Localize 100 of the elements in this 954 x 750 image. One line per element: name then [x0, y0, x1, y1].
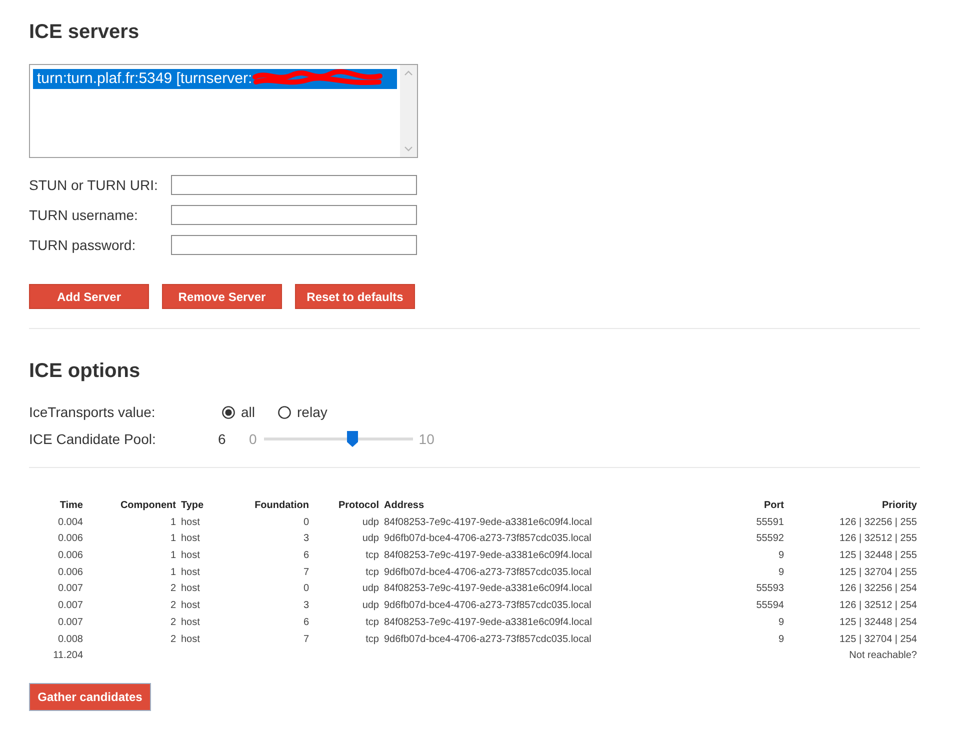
gather-candidates-button[interactable]: Gather candidates [29, 682, 151, 711]
table-cell: host [181, 616, 200, 628]
table-cell: 0.006 [58, 533, 83, 544]
field-label: TURN password: [29, 237, 137, 253]
field-label: STUN or TURN URI: [29, 177, 159, 193]
radio-option[interactable]: all [222, 404, 256, 420]
table-cell: 0.007 [58, 616, 83, 628]
table-cell: 55594 [756, 600, 784, 612]
table-cell: 126 | 32512 | 255 [840, 533, 917, 544]
radio-option[interactable]: relay [278, 404, 328, 420]
section-heading: ICE servers [29, 20, 140, 44]
table-cell: 3 [303, 533, 309, 544]
table-cell: 1 [170, 566, 176, 578]
table-cell: 6 [303, 616, 309, 628]
column-header: Protocol [338, 500, 379, 511]
table-cell: 0.007 [58, 600, 83, 612]
table-cell: 9d6fb07d-bce4-4706-a273-73f857cdc035.local [384, 600, 592, 612]
table-cell: host [181, 583, 200, 594]
table-cell: 9 [778, 550, 784, 562]
table-cell: 6 [303, 550, 309, 562]
option-label: IceTransports value: [29, 404, 156, 420]
table-cell: 0.006 [58, 566, 83, 578]
table-cell: udp [362, 533, 379, 544]
table-cell: 1 [170, 550, 176, 562]
table-cell: 84f08253-7e9c-4197-9ede-a3381e6c09f4.local [384, 516, 592, 528]
table-cell: udp [362, 600, 379, 612]
radio-icon[interactable] [278, 406, 292, 418]
table-cell: 11.204 [53, 650, 83, 662]
table-cell: tcp [366, 616, 379, 628]
table-cell: 125 | 32448 | 255 [840, 550, 917, 562]
table-cell: 126 | 32256 | 255 [840, 516, 917, 528]
slider-max-label: 10 [418, 431, 434, 447]
add-server-button[interactable]: Add Server [29, 284, 149, 309]
table-cell: 55592 [756, 533, 784, 544]
table-cell: 9 [778, 616, 784, 628]
table-cell: tcp [366, 550, 379, 562]
radio-icon[interactable] [222, 406, 235, 418]
scrollbar[interactable] [400, 65, 417, 157]
table-cell: 0.006 [58, 550, 83, 562]
column-header: Foundation [254, 500, 309, 511]
table-cell: 125 | 32704 | 254 [840, 634, 917, 644]
table-cell: host [181, 566, 200, 578]
table-cell: 84f08253-7e9c-4197-9ede-a3381e6c09f4.local [384, 583, 592, 594]
list-option[interactable]: turn:turn.plaf.fr:5349 [turnserver: [33, 69, 397, 89]
slider-thumb[interactable] [346, 431, 358, 447]
text-input[interactable] [171, 205, 417, 225]
table-cell: 0.008 [58, 634, 83, 644]
reset-defaults-button[interactable]: Reset to defaults [295, 284, 415, 309]
table-cell: 2 [170, 634, 176, 644]
table-cell: host [181, 550, 200, 562]
table-cell: 0.007 [58, 583, 83, 594]
option-label: ICE Candidate Pool: [29, 431, 157, 447]
table-cell: 125 | 32448 | 254 [840, 616, 917, 628]
table-cell: 55591 [756, 516, 784, 528]
table-cell: 9d6fb07d-bce4-4706-a273-73f857cdc035.local [384, 533, 592, 544]
table-cell: 126 | 32512 | 254 [840, 600, 917, 612]
text-input[interactable] [171, 175, 417, 195]
chevron-up-icon[interactable] [404, 70, 413, 76]
column-header: Type [181, 500, 204, 511]
table-cell: 7 [303, 566, 309, 578]
table-cell: 1 [170, 533, 176, 544]
table-cell: 9 [778, 566, 784, 578]
column-header: Component [120, 500, 176, 511]
chevron-down-icon[interactable] [404, 146, 413, 152]
table-cell: 84f08253-7e9c-4197-9ede-a3381e6c09f4.local [384, 616, 592, 628]
table-cell: tcp [366, 566, 379, 578]
table-cell: 1 [170, 516, 176, 528]
table-cell: 126 | 32256 | 254 [840, 583, 917, 594]
field-label: TURN username: [29, 207, 139, 223]
column-header: Address [384, 500, 424, 511]
table-cell: 9 [778, 634, 784, 644]
table-cell: 2 [170, 616, 176, 628]
table-cell: 2 [170, 600, 176, 612]
table-cell: host [181, 533, 200, 544]
table-cell: 9d6fb07d-bce4-4706-a273-73f857cdc035.local [384, 634, 592, 644]
table-cell: 84f08253-7e9c-4197-9ede-a3381e6c09f4.local [384, 550, 592, 562]
table-cell: host [181, 634, 200, 644]
table-cell: host [181, 600, 200, 612]
table-cell: 0.004 [58, 516, 83, 528]
column-header: Priority [882, 500, 917, 511]
column-header: Time [60, 500, 83, 511]
table-cell: 9d6fb07d-bce4-4706-a273-73f857cdc035.local [384, 566, 592, 578]
table-cell: 0 [303, 583, 309, 594]
table-cell: tcp [366, 634, 379, 644]
table-cell: host [181, 516, 200, 528]
status-text: Not reachable? [849, 650, 917, 662]
table-cell: udp [362, 583, 379, 594]
table-cell: 0 [303, 516, 309, 528]
table-cell: 125 | 32704 | 255 [840, 566, 917, 578]
slider-min-label: 0 [249, 431, 257, 447]
remove-server-button[interactable]: Remove Server [162, 284, 282, 309]
table-cell: 3 [303, 600, 309, 612]
column-header: Port [764, 500, 784, 511]
section-heading: ICE options [29, 359, 140, 383]
text-input[interactable] [171, 235, 417, 255]
pool-value: 6 [218, 431, 226, 447]
server-list[interactable]: turn:turn.plaf.fr:5349 [turnserver: [29, 64, 418, 158]
table-cell: udp [362, 516, 379, 528]
table-cell: 55593 [756, 583, 784, 594]
table-cell: 7 [303, 634, 309, 644]
